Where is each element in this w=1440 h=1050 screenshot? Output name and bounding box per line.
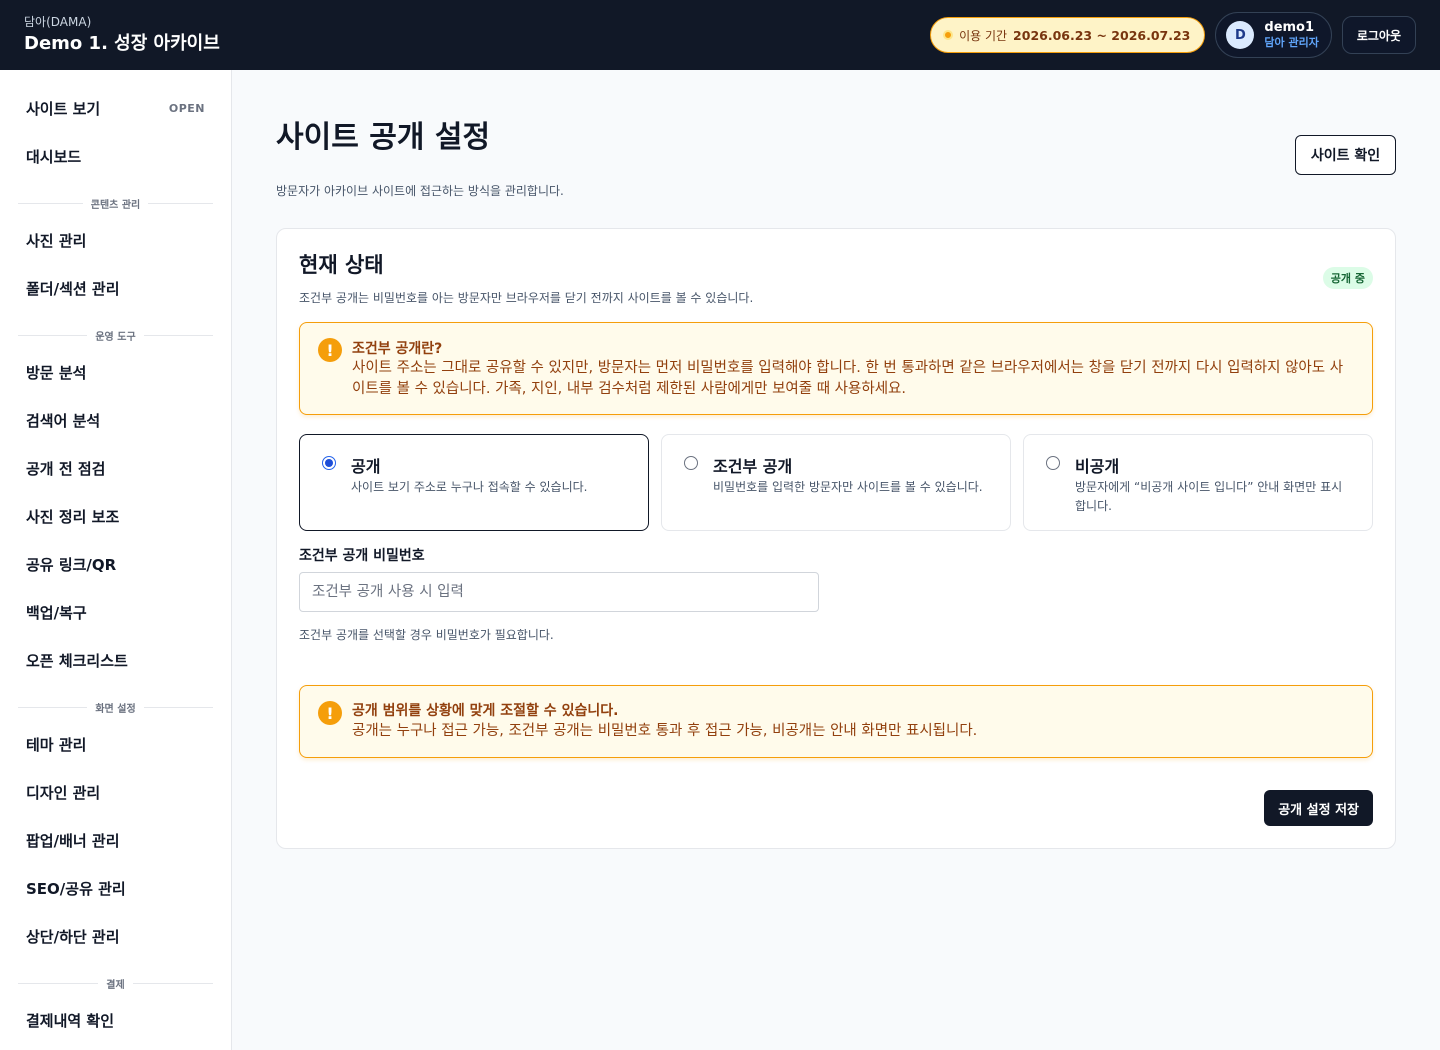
period-label: 이용 기간 bbox=[959, 28, 1008, 43]
divider bbox=[143, 334, 214, 336]
password-help: 조건부 공개를 선택할 경우 비밀번호가 필요합니다. bbox=[299, 628, 554, 642]
card-subtitle: 조건부 공개는 비밀번호를 아는 방문자만 브라우저를 닫기 전까지 사이트를 … bbox=[299, 291, 754, 305]
site-check-button[interactable]: 사이트 확인 bbox=[1295, 135, 1396, 175]
top-bar: 담아(DAMA) Demo 1. 성장 아카이브 이용 기간 2026.06.2… bbox=[0, 0, 1440, 70]
brand-small: 담아(DAMA) bbox=[24, 15, 92, 29]
sidebar-item-prepublish-check[interactable]: 공개 전 점검 bbox=[26, 454, 205, 482]
divider bbox=[18, 706, 88, 708]
notice-title: 공개 범위를 상황에 맞게 조절할 수 있습니다. bbox=[352, 703, 619, 719]
page-subtitle: 방문자가 아카이브 사이트에 접근하는 방식을 관리합니다. bbox=[276, 184, 564, 198]
divider bbox=[18, 334, 88, 336]
sidebar-item-open-checklist[interactable]: 오픈 체크리스트 bbox=[26, 646, 205, 674]
password-label: 조건부 공개 비밀번호 bbox=[299, 548, 425, 564]
sidebar: 사이트 보기 OPEN 대시보드 콘텐츠 관리 사진 관리 폴더/섹션 관리 운… bbox=[0, 70, 232, 1050]
radio-conditional[interactable] bbox=[684, 456, 698, 470]
status-card: 현재 상태 조건부 공개는 비밀번호를 아는 방문자만 브라우저를 닫기 전까지… bbox=[276, 228, 1396, 849]
notice-title: 조건부 공개란? bbox=[352, 341, 443, 357]
brand-title: Demo 1. 성장 아카이브 bbox=[24, 33, 220, 54]
sidebar-item-visit-analysis[interactable]: 방문 분석 bbox=[26, 358, 205, 386]
option-desc: 방문자에게 “비공개 사이트 입니다” 안내 화면만 표시합니다. bbox=[1075, 480, 1343, 513]
option-private[interactable]: 비공개 방문자에게 “비공개 사이트 입니다” 안내 화면만 표시합니다. bbox=[1023, 434, 1373, 531]
sidebar-item-popup[interactable]: 팝업/배너 관리 bbox=[26, 826, 205, 854]
option-title: 비공개 bbox=[1075, 457, 1120, 476]
status-badge: 공개 중 bbox=[1322, 267, 1373, 289]
exclamation-icon: ! bbox=[318, 701, 342, 725]
option-conditional[interactable]: 조건부 공개 비밀번호를 입력한 방문자만 사이트를 볼 수 있습니다. bbox=[661, 434, 1011, 531]
save-button[interactable]: 공개 설정 저장 bbox=[1264, 790, 1373, 826]
logout-button[interactable]: 로그아웃 bbox=[1341, 16, 1416, 54]
divider bbox=[132, 982, 213, 984]
divider bbox=[18, 982, 99, 984]
sidebar-item-photo-assist[interactable]: 사진 정리 보조 bbox=[26, 502, 205, 530]
user-info: demo1 담아 관리자 bbox=[1264, 20, 1318, 50]
radio-private[interactable] bbox=[1046, 456, 1060, 470]
sidebar-item-theme[interactable]: 테마 관리 bbox=[26, 730, 205, 758]
sidebar-item-site-view[interactable]: 사이트 보기 OPEN bbox=[26, 94, 205, 122]
option-desc: 사이트 보기 주소로 누구나 접속할 수 있습니다. bbox=[351, 480, 588, 494]
sidebar-section-billing: 결제 bbox=[18, 976, 213, 991]
period-value: 2026.06.23 ~ 2026.07.23 bbox=[1013, 27, 1191, 43]
user-menu[interactable]: D demo1 담아 관리자 bbox=[1215, 12, 1332, 58]
sidebar-item-seo[interactable]: SEO/공유 관리 bbox=[26, 874, 205, 902]
password-input[interactable] bbox=[299, 572, 819, 612]
notice-body: 사이트 주소는 그대로 공유할 수 있지만, 방문자는 먼저 비밀번호를 입력해… bbox=[352, 360, 1344, 397]
card-title: 현재 상태 bbox=[299, 253, 384, 277]
user-name: demo1 bbox=[1264, 20, 1315, 35]
sidebar-section-ops: 운영 도구 bbox=[18, 328, 214, 343]
sidebar-item-search-analysis[interactable]: 검색어 분석 bbox=[26, 406, 205, 434]
scope-notice: ! 공개 범위를 상황에 맞게 조절할 수 있습니다. 공개는 누구나 접근 가… bbox=[299, 685, 1373, 758]
divider bbox=[143, 706, 214, 708]
sidebar-item-design[interactable]: 디자인 관리 bbox=[26, 778, 205, 806]
top-right: 이용 기간 2026.06.23 ~ 2026.07.23 D demo1 담아… bbox=[930, 12, 1416, 58]
radio-public[interactable] bbox=[322, 456, 336, 470]
section-label: 콘텐츠 관리 bbox=[90, 199, 141, 211]
sidebar-item-label: 사이트 보기 bbox=[26, 99, 101, 118]
sidebar-item-header-footer[interactable]: 상단/하단 관리 bbox=[26, 922, 205, 950]
avatar: D bbox=[1226, 21, 1255, 49]
notice-body: 공개는 누구나 접근 가능, 조건부 공개는 비밀번호 통과 후 접근 가능, … bbox=[352, 723, 978, 739]
sidebar-item-billing-history[interactable]: 결제내역 확인 bbox=[26, 1006, 205, 1034]
divider bbox=[18, 202, 83, 204]
option-title: 조건부 공개 bbox=[713, 457, 793, 476]
option-desc: 비밀번호를 입력한 방문자만 사이트를 볼 수 있습니다. bbox=[713, 480, 983, 494]
dot-icon bbox=[943, 30, 954, 40]
brand: 담아(DAMA) Demo 1. 성장 아카이브 bbox=[24, 14, 220, 56]
sidebar-item-folders[interactable]: 폴더/섹션 관리 bbox=[26, 274, 205, 302]
conditional-notice: ! 조건부 공개란? 사이트 주소는 그대로 공유할 수 있지만, 방문자는 먼… bbox=[299, 322, 1373, 415]
section-label: 결제 bbox=[106, 979, 125, 991]
sidebar-item-share-link[interactable]: 공유 링크/QR bbox=[26, 550, 205, 578]
sidebar-item-backup[interactable]: 백업/복구 bbox=[26, 598, 205, 626]
page-title: 사이트 공개 설정 bbox=[276, 120, 491, 155]
sidebar-section-content: 콘텐츠 관리 bbox=[18, 196, 214, 211]
option-public[interactable]: 공개 사이트 보기 주소로 누구나 접속할 수 있습니다. bbox=[299, 434, 649, 531]
open-badge: OPEN bbox=[168, 101, 205, 115]
section-label: 운영 도구 bbox=[95, 331, 136, 343]
sidebar-item-photos[interactable]: 사진 관리 bbox=[26, 226, 205, 254]
exclamation-icon: ! bbox=[318, 338, 342, 362]
sidebar-item-dashboard[interactable]: 대시보드 bbox=[26, 142, 205, 170]
section-label: 화면 설정 bbox=[95, 703, 136, 715]
user-role: 담아 관리자 bbox=[1264, 36, 1319, 49]
sidebar-section-display: 화면 설정 bbox=[18, 700, 214, 715]
period-pill: 이용 기간 2026.06.23 ~ 2026.07.23 bbox=[930, 17, 1206, 53]
option-title: 공개 bbox=[351, 457, 381, 476]
divider bbox=[148, 202, 214, 204]
